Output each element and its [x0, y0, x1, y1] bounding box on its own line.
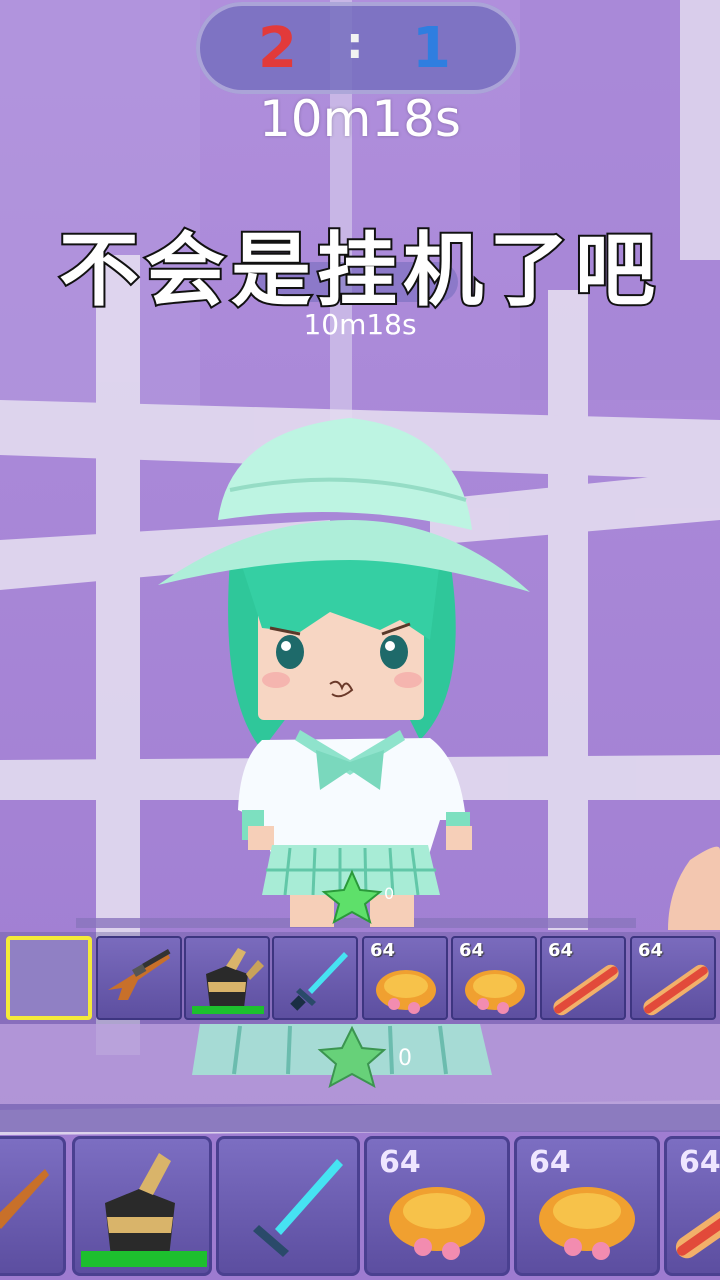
armor-chestplate-icon [105, 1153, 175, 1257]
durability-bar [81, 1251, 207, 1267]
zoomed-reflection [0, 1024, 720, 1132]
item-count: 64 [459, 940, 485, 961]
game-scene [0, 0, 720, 1280]
rifle-icon [108, 949, 171, 1000]
durability-bar [192, 1006, 264, 1014]
red-team-score: 2 [258, 16, 297, 81]
zoomed-slot-chicken-1: 64 [364, 1136, 510, 1276]
item-count: 64 [370, 940, 396, 961]
match-timer: 10m18s [258, 90, 461, 148]
item-count: 64 [638, 940, 664, 961]
zoomed-badge-count: 0 [398, 1046, 412, 1071]
hotbar-slot-3[interactable] [184, 936, 270, 1020]
crystal-sword-icon [290, 952, 348, 1011]
item-count: 64 [379, 1145, 421, 1180]
item-count: 64 [679, 1145, 720, 1180]
badge-count: 0 [384, 884, 395, 903]
blue-team-score: 1 [412, 16, 451, 81]
item-count: 64 [529, 1145, 571, 1180]
zoomed-slot-chicken-2: 64 [514, 1136, 660, 1276]
hotbar-slot-8[interactable]: 64 [630, 936, 716, 1020]
hotbar-slot-1[interactable] [6, 936, 92, 1020]
hotbar-slot-4[interactable] [272, 936, 358, 1020]
zoomed-slot-rifle [0, 1136, 66, 1276]
hotbar-slot-2[interactable] [96, 936, 182, 1020]
zoomed-slot-sword [216, 1136, 360, 1276]
hotbar-slot-6[interactable]: 64 [451, 936, 537, 1020]
crystal-sword-icon [253, 1159, 343, 1257]
video-caption: 不会是挂机了吧 [57, 222, 661, 319]
hotbar-slot-5[interactable]: 64 [362, 936, 448, 1020]
item-count: 64 [548, 940, 574, 961]
scoreboard: 2 : 1 [196, 2, 520, 94]
hotbar-slot-7[interactable]: 64 [540, 936, 626, 1020]
rifle-icon [0, 1169, 49, 1229]
score-separator: : [346, 18, 364, 69]
zoomed-slot-armor [72, 1136, 212, 1276]
zoomed-slot-baguette: 64 [664, 1136, 720, 1276]
